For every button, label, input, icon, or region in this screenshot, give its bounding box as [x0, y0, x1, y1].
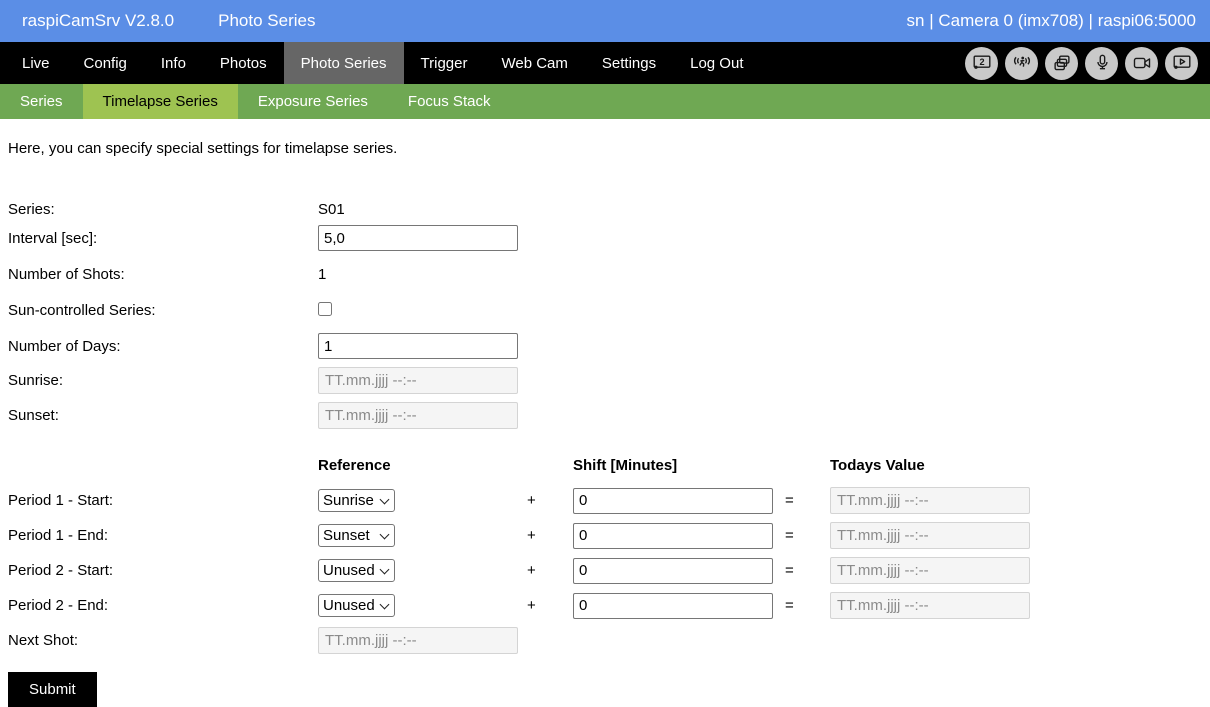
app-title[interactable]: raspiCamSrv V2.8.0: [22, 11, 174, 31]
period-1-end-shift-input[interactable]: [573, 523, 773, 549]
sun-controlled-row: Sun-controlled Series:: [8, 298, 1210, 322]
period-table-header: Reference Shift [Minutes] Todays Value: [8, 453, 1210, 477]
page-title: Photo Series: [218, 11, 315, 31]
sunset-label: Sunset:: [8, 407, 318, 424]
nav-status-icons: 2: [965, 42, 1210, 84]
period-1-start-label: Period 1 - Start:: [8, 492, 318, 509]
tab-timelapse-series[interactable]: Timelapse Series: [83, 84, 238, 119]
number-of-days-row: Number of Days:: [8, 333, 1210, 359]
display-2-icon[interactable]: 2: [965, 47, 998, 80]
plus-sign: +: [527, 562, 573, 579]
nav-item-photo-series[interactable]: Photo Series: [284, 42, 404, 84]
plus-sign: +: [527, 492, 573, 509]
todays-value-column-header: Todays Value: [830, 457, 1040, 474]
equals-sign: =: [785, 562, 830, 579]
nav-item-live[interactable]: Live: [5, 42, 67, 84]
nav-item-web-cam[interactable]: Web Cam: [484, 42, 584, 84]
sun-controlled-checkbox[interactable]: [318, 302, 332, 316]
period-1-end-todays-field: [830, 522, 1030, 549]
plus-sign: +: [527, 597, 573, 614]
microphone-icon[interactable]: [1085, 47, 1118, 80]
period-2-start-shift-input[interactable]: [573, 558, 773, 584]
period-1-start-row: Period 1 - Start: Sunrise + =: [8, 487, 1210, 514]
nav-item-settings[interactable]: Settings: [585, 42, 673, 84]
sunrise-row: Sunrise:: [8, 367, 1210, 394]
sun-controlled-label: Sun-controlled Series:: [8, 302, 318, 319]
period-2-start-label: Period 2 - Start:: [8, 562, 318, 579]
video-camera-icon[interactable]: [1125, 47, 1158, 80]
main-nav: Live Config Info Photos Photo Series Tri…: [0, 42, 1210, 84]
app-header: raspiCamSrv V2.8.0 Photo Series sn | Cam…: [0, 0, 1210, 42]
number-of-days-label: Number of Days:: [8, 338, 318, 355]
timelapse-settings-form: Here, you can specify special settings f…: [0, 140, 1210, 707]
sunrise-datetime-field: [318, 367, 518, 394]
photo-series-icon[interactable]: [1045, 47, 1078, 80]
nav-item-log-out[interactable]: Log Out: [673, 42, 760, 84]
interval-label: Interval [sec]:: [8, 230, 318, 247]
number-of-shots-row: Number of Shots: 1: [8, 262, 1210, 286]
plus-sign: +: [527, 527, 573, 544]
period-2-end-todays-field: [830, 592, 1030, 619]
sunset-row: Sunset:: [8, 402, 1210, 429]
period-1-start-reference-select[interactable]: Sunrise: [318, 489, 395, 512]
intro-text: Here, you can specify special settings f…: [8, 140, 1210, 157]
nav-item-info[interactable]: Info: [144, 42, 203, 84]
period-2-end-shift-input[interactable]: [573, 593, 773, 619]
photo-series-subnav: Series Timelapse Series Exposure Series …: [0, 84, 1210, 119]
sunset-datetime-field: [318, 402, 518, 429]
period-1-end-label: Period 1 - End:: [8, 527, 318, 544]
tab-series[interactable]: Series: [0, 84, 83, 119]
nav-item-trigger[interactable]: Trigger: [404, 42, 485, 84]
period-2-start-todays-field: [830, 557, 1030, 584]
equals-sign: =: [785, 527, 830, 544]
period-2-end-reference-select[interactable]: Unused: [318, 594, 395, 617]
media-player-icon[interactable]: [1165, 47, 1198, 80]
next-shot-datetime-field: [318, 627, 518, 654]
submit-button[interactable]: Submit: [8, 672, 97, 707]
period-1-end-row: Period 1 - End: Sunset + =: [8, 522, 1210, 549]
interval-input[interactable]: [318, 225, 518, 251]
equals-sign: =: [785, 492, 830, 509]
series-value: S01: [318, 201, 527, 218]
nav-item-photos[interactable]: Photos: [203, 42, 284, 84]
nav-item-config[interactable]: Config: [67, 42, 144, 84]
tab-exposure-series[interactable]: Exposure Series: [238, 84, 388, 119]
reference-column-header: Reference: [318, 457, 527, 474]
equals-sign: =: [785, 597, 830, 614]
period-2-end-row: Period 2 - End: Unused + =: [8, 592, 1210, 619]
period-2-start-row: Period 2 - Start: Unused + =: [8, 557, 1210, 584]
period-1-start-todays-field: [830, 487, 1030, 514]
tab-focus-stack[interactable]: Focus Stack: [388, 84, 511, 119]
motion-detection-icon[interactable]: [1005, 47, 1038, 80]
number-of-shots-label: Number of Shots:: [8, 266, 318, 283]
sunrise-label: Sunrise:: [8, 372, 318, 389]
next-shot-label: Next Shot:: [8, 632, 318, 649]
interval-row: Interval [sec]:: [8, 225, 1210, 251]
period-1-start-shift-input[interactable]: [573, 488, 773, 514]
svg-text:2: 2: [979, 57, 984, 67]
shift-column-header: Shift [Minutes]: [573, 457, 785, 474]
series-row: Series: S01: [8, 197, 1210, 221]
camera-status-text: sn | Camera 0 (imx708) | raspi06:5000: [907, 11, 1196, 31]
period-1-end-reference-select[interactable]: Sunset: [318, 524, 395, 547]
period-2-start-reference-select[interactable]: Unused: [318, 559, 395, 582]
next-shot-row: Next Shot:: [8, 627, 1210, 654]
period-2-end-label: Period 2 - End:: [8, 597, 318, 614]
number-of-days-input[interactable]: [318, 333, 518, 359]
series-label: Series:: [8, 201, 318, 218]
number-of-shots-value: 1: [318, 266, 527, 283]
